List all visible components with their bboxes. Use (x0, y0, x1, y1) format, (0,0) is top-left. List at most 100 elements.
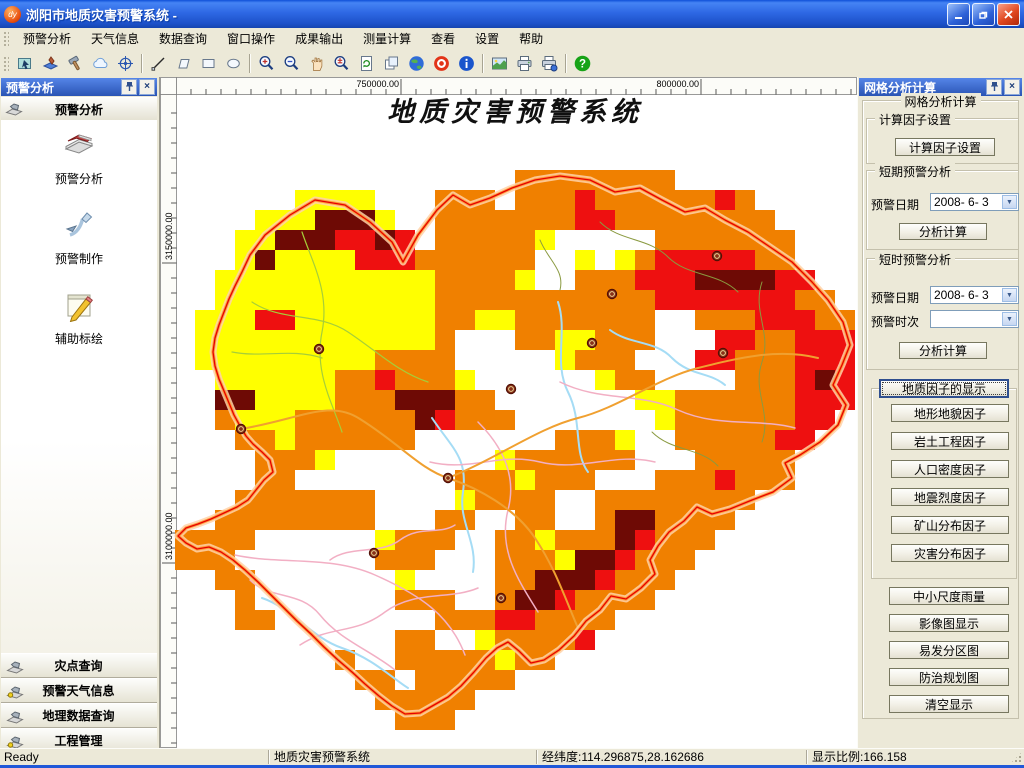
close-button[interactable] (997, 2, 1020, 26)
chevron-down-icon[interactable]: ▼ (1002, 288, 1017, 302)
section-title: 预警分析 (54, 103, 103, 117)
cloud-tool-icon[interactable] (88, 52, 113, 75)
v-ruler-label: 3100000.00 (164, 512, 174, 560)
factor-button-地震烈度因子[interactable]: 地震烈度因子 (891, 488, 1009, 506)
title-bar[interactable]: dy 浏阳市地质灾害预警系统 - (0, 0, 1024, 28)
h-ruler-label: 750000.00 (356, 79, 399, 89)
menu-item[interactable]: 设置 (465, 28, 509, 50)
line-tool-icon[interactable] (146, 52, 171, 75)
polygon-tool-icon[interactable] (171, 52, 196, 75)
status-divider (268, 750, 270, 764)
sidebar-item-label: 预警分析 (54, 172, 103, 186)
display-button-防治规划图[interactable]: 防治规划图 (889, 668, 1009, 686)
display-button-中小尺度雨量[interactable]: 中小尺度雨量 (889, 587, 1009, 605)
zoom-out-icon[interactable] (279, 52, 304, 75)
app-logo-icon: dy (4, 5, 21, 23)
sidebar-item-辅助标绘[interactable]: 辅助标绘 (1, 288, 157, 347)
sidebar-item-预警分析[interactable]: 预警分析 (1, 128, 157, 187)
sidebar-item-预警制作[interactable]: 预警制作 (1, 208, 157, 267)
stop-load-icon[interactable] (429, 52, 454, 75)
warning-date-combobox[interactable]: 2008- 6- 3 ▼ (930, 193, 1019, 211)
refresh-view-icon[interactable] (354, 52, 379, 75)
display-button-影像图显示[interactable]: 影像图显示 (889, 614, 1009, 632)
stamp-icon (5, 100, 23, 119)
menu-item[interactable]: 数据查询 (149, 28, 217, 50)
window-title: 浏阳市地质灾害预警系统 - (26, 7, 177, 23)
factor-button-矿山分布因子[interactable]: 矿山分布因子 (891, 516, 1009, 534)
warning-time-combobox[interactable]: ▼ (930, 310, 1019, 328)
layer-paint-tool-icon[interactable] (38, 52, 63, 75)
chevron-down-icon[interactable]: ▼ (1002, 312, 1017, 326)
map-export-icon[interactable] (487, 52, 512, 75)
left-panel-body: 预警分析预警制作辅助标绘 (1, 120, 157, 653)
draw-pad-icon (62, 288, 96, 325)
warning-time-label: 预警时次 (871, 315, 920, 329)
zoom-extent-icon[interactable] (329, 52, 354, 75)
menu-item[interactable]: 天气信息 (81, 28, 149, 50)
status-text: 显示比例:166.158 (812, 750, 907, 764)
left-panel-bottom-bars: 灾点查询 预警天气信息 地理数据查询 工程管理 (1, 653, 157, 753)
status-bar: Ready 地质灾害预警系统 经纬度:114.296875,28.162686 显示比… (0, 748, 1024, 765)
center-target-tool-icon[interactable] (113, 52, 138, 75)
restore-button[interactable] (972, 2, 995, 26)
pin-icon[interactable] (986, 79, 1002, 95)
status-text: 地质灾害预警系统 (274, 750, 371, 764)
factor-button-人口密度因子[interactable]: 人口密度因子 (891, 460, 1009, 478)
sidebar-item-label: 辅助标绘 (54, 332, 103, 346)
display-button-清空显示[interactable]: 清空显示 (889, 695, 1009, 713)
short-time-analyze-button[interactable]: 分析计算 (899, 342, 987, 359)
right-panel: 网格分析计算 × 网格分析计算 计算因子设置 计算因子设置 短期预警分析 预警日… (857, 77, 1024, 748)
map-document[interactable]: 750000.00 800000.00 3150000.00 3100000.00 地质… (160, 77, 857, 748)
group-title: 计算因子设置 (875, 111, 956, 128)
menu-item[interactable]: 查看 (421, 28, 465, 50)
toolbar-grip[interactable] (3, 55, 9, 72)
sidebar-bar-label: 预警天气信息 (42, 684, 115, 698)
sidebar-bar-地理数据查询[interactable]: 地理数据查询 (1, 703, 157, 728)
help-icon[interactable]: ? (570, 52, 595, 75)
toolbar: ? (0, 50, 1024, 78)
factor-setting-button[interactable]: 计算因子设置 (895, 138, 995, 156)
geology-factor-display-button[interactable]: 地质因子的显示 (879, 379, 1009, 398)
menu-item[interactable]: 成果输出 (285, 28, 353, 50)
section-header[interactable]: 预警分析 (1, 97, 157, 122)
factor-button-灾害分布因子[interactable]: 灾害分布因子 (891, 544, 1009, 562)
menu-item[interactable]: 帮助 (509, 28, 553, 50)
chevron-down-icon[interactable]: ▼ (1002, 195, 1017, 209)
factor-button-地形地貌因子[interactable]: 地形地貌因子 (891, 404, 1009, 422)
zoom-in-icon[interactable] (254, 52, 279, 75)
close-panel-icon[interactable]: × (139, 79, 155, 95)
short-term-analyze-button[interactable]: 分析计算 (899, 223, 987, 240)
h-ruler-label: 800000.00 (656, 79, 699, 89)
sidebar-bar-灾点查询[interactable]: 灾点查询 (1, 653, 157, 678)
menu-grip[interactable] (3, 31, 9, 47)
map-select-tool-icon[interactable] (13, 52, 38, 75)
rectangle-tool-icon[interactable] (196, 52, 221, 75)
resize-grip[interactable] (1010, 751, 1023, 764)
factor-button-岩土工程因子[interactable]: 岩土工程因子 (891, 432, 1009, 450)
print-icon[interactable] (512, 52, 537, 75)
menu-item[interactable]: 测量计算 (353, 28, 421, 50)
close-panel-icon[interactable]: × (1004, 79, 1020, 95)
group-title: 短期预警分析 (875, 163, 956, 180)
menu-item[interactable]: 预警分析 (13, 28, 81, 50)
hammer-tool-icon[interactable] (63, 52, 88, 75)
sidebar-bar-预警天气信息[interactable]: 预警天气信息 (1, 678, 157, 703)
pan-hand-icon[interactable] (304, 52, 329, 75)
left-panel-header: 预警分析 × (1, 78, 157, 96)
stamp-yellow-icon (6, 735, 24, 749)
status-text: Ready (4, 750, 39, 764)
globe-view-icon[interactable] (404, 52, 429, 75)
copy-view-icon[interactable] (379, 52, 404, 75)
menu-item[interactable]: 窗口操作 (217, 28, 285, 50)
identify-info-icon[interactable] (454, 52, 479, 75)
print-setup-icon[interactable] (537, 52, 562, 75)
stamp-icon (6, 710, 24, 724)
display-button-易发分区图[interactable]: 易发分区图 (889, 641, 1009, 659)
pin-icon[interactable] (121, 79, 137, 95)
map-canvas[interactable]: 750000.00 800000.00 3150000.00 3100000.00 地质… (160, 77, 857, 748)
warning-date-combobox-2[interactable]: 2008- 6- 3 ▼ (930, 286, 1019, 304)
status-divider (806, 750, 808, 764)
ellipse-tool-icon[interactable] (221, 52, 246, 75)
minimize-button[interactable] (947, 2, 970, 26)
map-title: 地质灾害预警系统 (387, 97, 643, 128)
